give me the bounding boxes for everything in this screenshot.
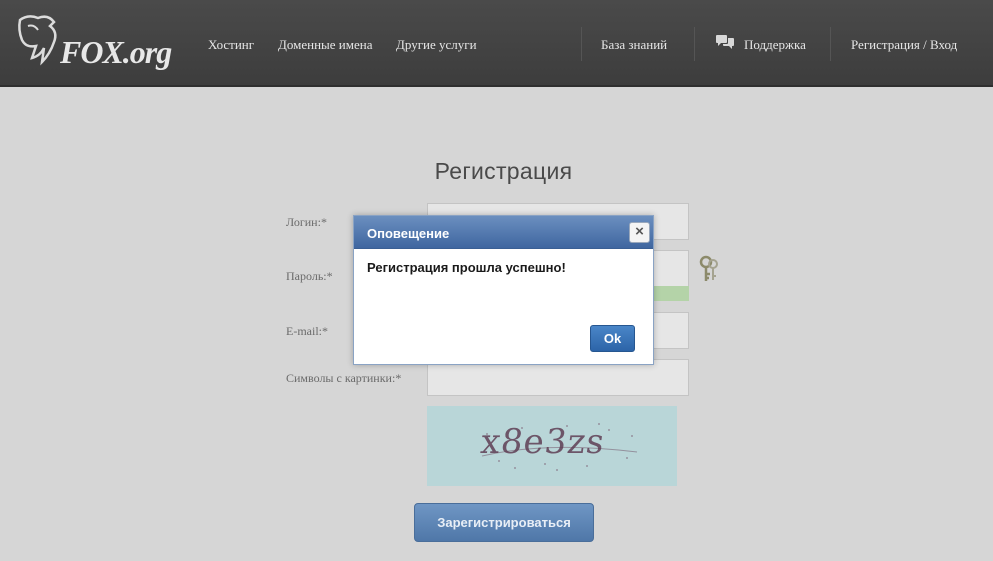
nav-divider [694,27,695,61]
ok-button[interactable]: Ok [590,325,635,352]
email-label: E-mail:* [286,324,328,338]
site-header: FOX.org Хостинг Доменные имена Другие ус… [0,0,993,87]
password-label: Пароль:* [286,269,333,283]
nav-domains[interactable]: Доменные имена [278,37,372,53]
site-logo[interactable]: FOX.org [14,12,172,74]
page-title: Регистрация [434,158,573,184]
captcha-image: x8e3zs [427,406,677,486]
captcha-label: Символы с картинки:* [286,371,402,385]
nav-knowledge-base[interactable]: База знаний [601,37,667,53]
password-strength-bar [654,286,689,301]
nav-other-services[interactable]: Другие услуги [396,37,477,53]
nav-divider [830,27,831,61]
register-button[interactable]: Зарегистрироваться [414,503,594,542]
logo-text: FOX.org [60,34,172,70]
key-icon[interactable] [697,254,721,284]
dialog-header: Оповещение × [354,216,653,249]
nav-support[interactable]: Поддержка [744,37,806,53]
login-label: Логин:* [286,215,327,229]
close-icon[interactable]: × [629,222,650,243]
notification-dialog: Оповещение × Регистрация прошла успешно!… [353,215,654,365]
nav-hosting[interactable]: Хостинг [208,37,254,53]
nav-divider [581,27,582,61]
captcha-text: x8e3zs [478,422,608,462]
chat-bubbles-icon [716,35,734,49]
dialog-title: Оповещение [367,226,450,241]
dialog-message: Регистрация прошла успешно! [367,260,566,275]
nav-register-login[interactable]: Регистрация / Вход [851,37,957,53]
